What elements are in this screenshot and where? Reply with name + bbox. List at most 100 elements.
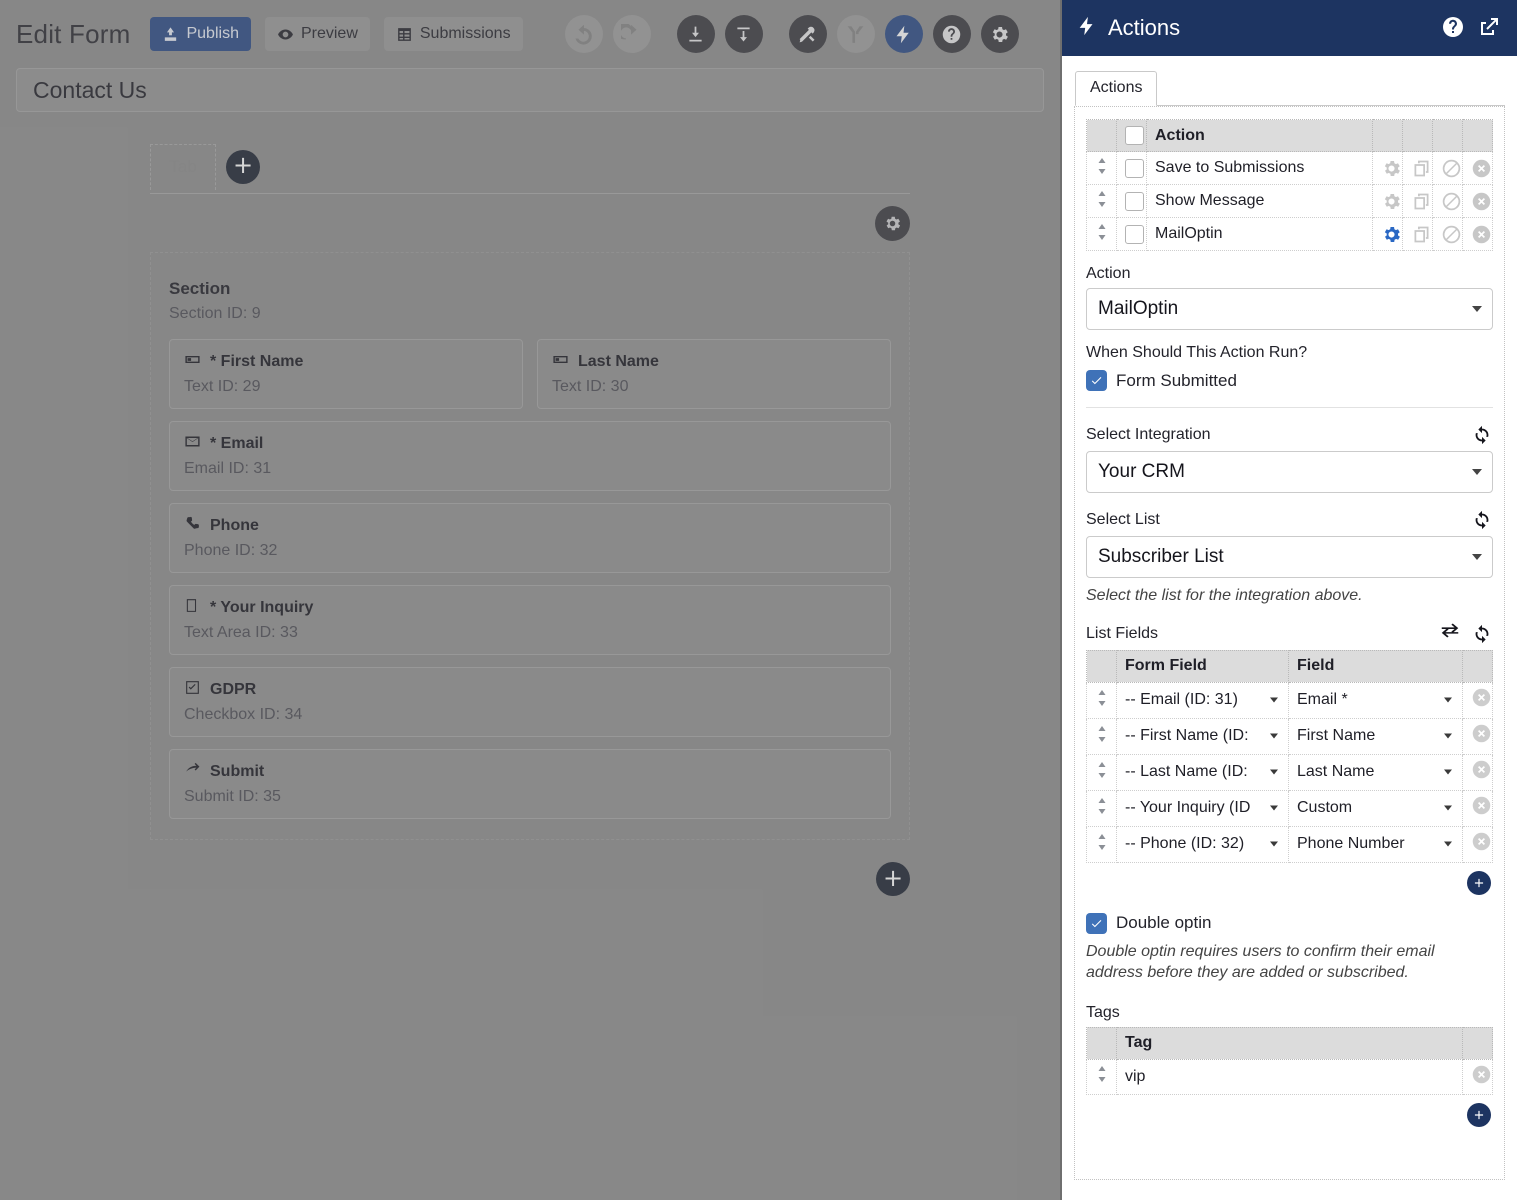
table-row[interactable]: MailOptin bbox=[1087, 218, 1493, 251]
field-select[interactable]: Last Name bbox=[1297, 759, 1454, 786]
row-sort-handle[interactable] bbox=[1087, 718, 1117, 754]
refresh-icon[interactable] bbox=[1471, 424, 1493, 446]
actions-icon[interactable] bbox=[885, 15, 923, 53]
delete-icon[interactable] bbox=[1471, 224, 1492, 245]
delete-icon[interactable] bbox=[1471, 158, 1492, 179]
remove-icon[interactable] bbox=[1471, 759, 1492, 780]
row-sort-handle[interactable] bbox=[1087, 754, 1117, 790]
row-remove[interactable] bbox=[1463, 754, 1493, 790]
sort-handle-icon[interactable] bbox=[1096, 797, 1108, 815]
row-duplicate[interactable] bbox=[1403, 152, 1433, 185]
row-settings[interactable] bbox=[1373, 152, 1403, 185]
form-title-input[interactable]: Contact Us bbox=[16, 68, 1044, 112]
delete-icon[interactable] bbox=[1471, 191, 1492, 212]
list-item[interactable]: -- First Name (ID: First Name bbox=[1087, 718, 1493, 754]
sort-handle-icon[interactable] bbox=[1096, 689, 1108, 707]
row-settings[interactable] bbox=[1373, 218, 1403, 251]
form-field-select[interactable]: -- Your Inquiry (ID bbox=[1125, 795, 1280, 822]
action-select[interactable]: MailOptin bbox=[1086, 288, 1493, 330]
conditional-logic-icon[interactable] bbox=[837, 15, 875, 53]
submissions-button[interactable]: Submissions bbox=[384, 17, 523, 51]
field-your-inquiry[interactable]: * Your Inquiry Text Area ID: 33 bbox=[169, 585, 891, 655]
field-last-name[interactable]: Last Name Text ID: 30 bbox=[537, 339, 891, 409]
sort-handle-icon[interactable] bbox=[1096, 833, 1108, 851]
row-select[interactable] bbox=[1117, 218, 1147, 251]
row-sort-handle[interactable] bbox=[1087, 790, 1117, 826]
disable-icon[interactable] bbox=[1441, 224, 1462, 245]
row-select[interactable] bbox=[1117, 185, 1147, 218]
form-field-cell[interactable]: -- Last Name (ID: bbox=[1117, 754, 1289, 790]
settings-icon[interactable] bbox=[1381, 191, 1402, 212]
preview-button[interactable]: Preview bbox=[265, 17, 370, 51]
duplicate-icon[interactable] bbox=[1411, 224, 1432, 245]
row-sort-handle[interactable] bbox=[1087, 152, 1117, 185]
settings-icon[interactable] bbox=[981, 15, 1019, 53]
remove-icon[interactable] bbox=[1471, 795, 1492, 816]
duplicate-icon[interactable] bbox=[1411, 158, 1432, 179]
redo-icon[interactable] bbox=[613, 15, 651, 53]
sort-handle-icon[interactable] bbox=[1096, 190, 1108, 208]
tag-value[interactable]: vip bbox=[1117, 1059, 1463, 1094]
import-icon[interactable] bbox=[677, 15, 715, 53]
field-submit[interactable]: Submit Submit ID: 35 bbox=[169, 749, 891, 819]
form-field-cell[interactable]: -- First Name (ID: bbox=[1117, 718, 1289, 754]
field-select[interactable]: First Name bbox=[1297, 723, 1454, 750]
disable-icon[interactable] bbox=[1441, 191, 1462, 212]
row-select[interactable] bbox=[1117, 152, 1147, 185]
refresh-icon[interactable] bbox=[1471, 623, 1493, 645]
table-row[interactable]: vip bbox=[1087, 1059, 1493, 1094]
expand-icon[interactable] bbox=[1477, 15, 1503, 41]
row-delete[interactable] bbox=[1463, 152, 1493, 185]
field-gdpr[interactable]: GDPR Checkbox ID: 34 bbox=[169, 667, 891, 737]
table-row[interactable]: Show Message bbox=[1087, 185, 1493, 218]
row-sort-handle[interactable] bbox=[1087, 218, 1117, 251]
field-cell[interactable]: Email * bbox=[1289, 682, 1463, 718]
export-icon[interactable] bbox=[725, 15, 763, 53]
page-settings-gear-icon[interactable] bbox=[875, 206, 910, 241]
row-disable[interactable] bbox=[1433, 185, 1463, 218]
list-item[interactable]: -- Last Name (ID: Last Name bbox=[1087, 754, 1493, 790]
tab-actions[interactable]: Actions bbox=[1075, 71, 1157, 106]
remove-icon[interactable] bbox=[1471, 723, 1492, 744]
row-disable[interactable] bbox=[1433, 152, 1463, 185]
row-duplicate[interactable] bbox=[1403, 185, 1433, 218]
double-optin-row[interactable]: Double optin bbox=[1086, 913, 1493, 934]
row-sort-handle[interactable] bbox=[1087, 185, 1117, 218]
field-select[interactable]: Custom bbox=[1297, 795, 1454, 822]
field-cell[interactable]: Phone Number bbox=[1289, 826, 1463, 862]
sort-handle-icon[interactable] bbox=[1096, 157, 1108, 175]
settings-icon[interactable] bbox=[1381, 158, 1402, 179]
form-field-cell[interactable]: -- Email (ID: 31) bbox=[1117, 682, 1289, 718]
field-cell[interactable]: First Name bbox=[1289, 718, 1463, 754]
select-all-checkbox[interactable] bbox=[1125, 126, 1144, 145]
sort-handle-icon[interactable] bbox=[1096, 725, 1108, 743]
sort-handle-icon[interactable] bbox=[1096, 223, 1108, 241]
form-field-select[interactable]: -- First Name (ID: bbox=[1125, 723, 1280, 750]
remove-icon[interactable] bbox=[1471, 1064, 1492, 1085]
settings-icon[interactable] bbox=[1381, 224, 1402, 245]
field-email[interactable]: * Email Email ID: 31 bbox=[169, 421, 891, 491]
section-container[interactable]: Section Section ID: 9 * First Name Text … bbox=[150, 252, 910, 840]
sort-handle-icon[interactable] bbox=[1096, 1065, 1108, 1083]
integration-select[interactable]: Your CRM bbox=[1086, 451, 1493, 493]
swap-arrows-icon[interactable] bbox=[1439, 623, 1461, 645]
field-phone[interactable]: Phone Phone ID: 32 bbox=[169, 503, 891, 573]
form-field-cell[interactable]: -- Phone (ID: 32) bbox=[1117, 826, 1289, 862]
row-settings[interactable] bbox=[1373, 185, 1403, 218]
tab-placeholder[interactable]: Tab bbox=[150, 144, 216, 190]
list-item[interactable]: -- Email (ID: 31) Email * bbox=[1087, 682, 1493, 718]
remove-icon[interactable] bbox=[1471, 687, 1492, 708]
form-submitted-checkbox[interactable] bbox=[1086, 370, 1107, 391]
form-submitted-row[interactable]: Form Submitted bbox=[1086, 370, 1493, 391]
publish-button[interactable]: Publish bbox=[150, 17, 250, 51]
tools-icon[interactable] bbox=[789, 15, 827, 53]
row-checkbox[interactable] bbox=[1125, 192, 1144, 211]
row-remove[interactable] bbox=[1463, 682, 1493, 718]
row-delete[interactable] bbox=[1463, 185, 1493, 218]
undo-icon[interactable] bbox=[565, 15, 603, 53]
field-select[interactable]: Phone Number bbox=[1297, 831, 1454, 858]
add-tag-button[interactable] bbox=[1467, 1103, 1491, 1127]
row-disable[interactable] bbox=[1433, 218, 1463, 251]
add-list-field-button[interactable] bbox=[1467, 871, 1491, 895]
help-icon[interactable] bbox=[933, 15, 971, 53]
